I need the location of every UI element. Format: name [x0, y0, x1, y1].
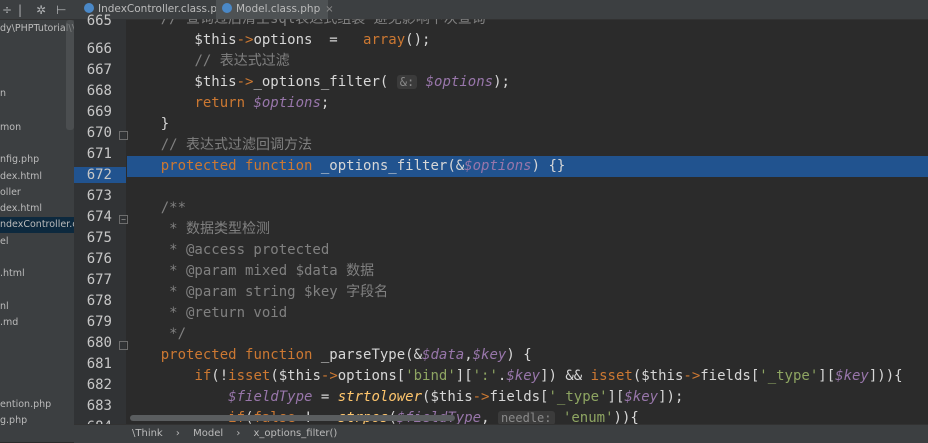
code-line: $this->options = array();	[127, 32, 431, 48]
breadcrumb-namespace[interactable]: \Think	[132, 428, 163, 439]
breadcrumb-method[interactable]: x_options_filter()	[254, 428, 338, 439]
code-line: protected function _parseType(&$data,$ke…	[160, 347, 532, 363]
project-scrollbar[interactable]	[66, 20, 74, 130]
code-line: */	[160, 326, 187, 342]
line-number: 679	[86, 314, 112, 330]
project-panel: ÷ | ✲ ⊢ dy\PHPTutorial\V n mon nfig.php dex…	[0, 0, 74, 442]
collapse-icon[interactable]: ÷	[2, 3, 12, 17]
line-number: 674	[86, 209, 112, 225]
line-number: 673	[86, 188, 112, 204]
line-number: 677	[86, 272, 112, 288]
code-line: // 表达式过滤回调方法	[160, 137, 313, 153]
php-file-icon	[84, 3, 94, 13]
line-number: 672	[74, 167, 126, 183]
project-tree-item[interactable]: oller	[0, 185, 21, 201]
tab-model[interactable]: Model.class.php ×	[216, 0, 334, 19]
project-toolbar: ÷ | ✲ ⊢	[0, 0, 74, 20]
line-number: 680	[86, 335, 112, 351]
line-number-gutter: 665 666 667 668 669 670 671 672 673 674−675 676 67…	[74, 13, 128, 435]
hide-panel-icon[interactable]: ⊢	[56, 3, 66, 17]
code-line: * @param mixed $data 数据	[160, 263, 375, 279]
close-icon[interactable]: ×	[325, 4, 333, 15]
project-tree-item[interactable]: .md	[0, 315, 18, 331]
code-line: protected function _options_filter(&$opt…	[127, 156, 928, 177]
code-line: * @access protected	[160, 242, 330, 258]
code-line: if(!isset($this->options['bind'][':'.$ke…	[194, 368, 903, 384]
project-tree-item[interactable]: n	[0, 86, 6, 102]
breadcrumb-sep: ›	[175, 428, 180, 439]
breadcrumb-sep: ›	[236, 428, 241, 439]
line-number: 676	[86, 251, 112, 267]
gear-icon[interactable]: ✲	[36, 3, 46, 17]
project-tree-item[interactable]: .html	[0, 266, 25, 282]
project-tree-item[interactable]: mon	[0, 120, 21, 136]
project-tree-item[interactable]: el	[0, 234, 8, 250]
horizontal-scrollbar[interactable]	[130, 415, 455, 421]
line-number: 666	[86, 41, 112, 57]
project-tree-item[interactable]: dex.html	[0, 201, 42, 217]
code-line: $fieldType = strtolower($this->fields['_…	[228, 389, 684, 405]
project-tree-item[interactable]: g.php	[0, 413, 27, 429]
project-tree-item[interactable]: nl	[0, 299, 9, 315]
breadcrumb-class[interactable]: Model	[193, 428, 223, 439]
project-tree-item[interactable]: ention.php	[0, 397, 51, 413]
code-line: // 表达式过滤	[194, 53, 290, 69]
breadcrumb: \Think › Model › x_options_filter()	[74, 424, 928, 443]
line-number: 669	[86, 104, 112, 120]
project-tree-item[interactable]: ndexController.cla	[0, 217, 74, 233]
line-number: 678	[86, 293, 112, 309]
code-line: $this->_options_filter( &: $options);	[127, 74, 510, 90]
tab-label: IndexController.class.php	[98, 3, 231, 15]
line-number: 665	[86, 13, 112, 29]
php-file-icon	[222, 3, 232, 13]
code-line: * 数据类型检测	[160, 221, 271, 237]
line-number: 667	[86, 62, 112, 78]
line-number: 671	[86, 146, 112, 162]
project-tree-item[interactable]: nfig.php	[0, 152, 39, 168]
line-number: 681	[86, 356, 112, 372]
line-number: 668	[86, 83, 112, 99]
code-line: * @param string $key 字段名	[160, 284, 389, 300]
code-line: /**	[160, 200, 187, 216]
divider-icon: |	[18, 3, 23, 17]
tab-label: Model.class.php	[236, 3, 321, 15]
code-line: return $options;	[194, 95, 330, 111]
line-number: 675	[86, 230, 112, 246]
project-tree-item[interactable]: dex.html	[0, 169, 42, 185]
code-editor[interactable]: // 查询过后清空sql表达式组装 避免影响下次查询 $this->option…	[127, 19, 928, 424]
code-line: * @return void	[160, 305, 288, 321]
line-number: 682	[86, 377, 112, 393]
code-line: }	[127, 116, 170, 132]
editor-tabs: IndexController.class.php × Model.class.p…	[74, 0, 928, 20]
code-line-top: // 查询过后清空sql表达式组装 避免影响下次查询	[127, 19, 486, 27]
project-path: dy\PHPTutorial\V	[0, 23, 74, 34]
line-number: 670	[86, 125, 112, 141]
line-number: 683	[86, 398, 112, 414]
